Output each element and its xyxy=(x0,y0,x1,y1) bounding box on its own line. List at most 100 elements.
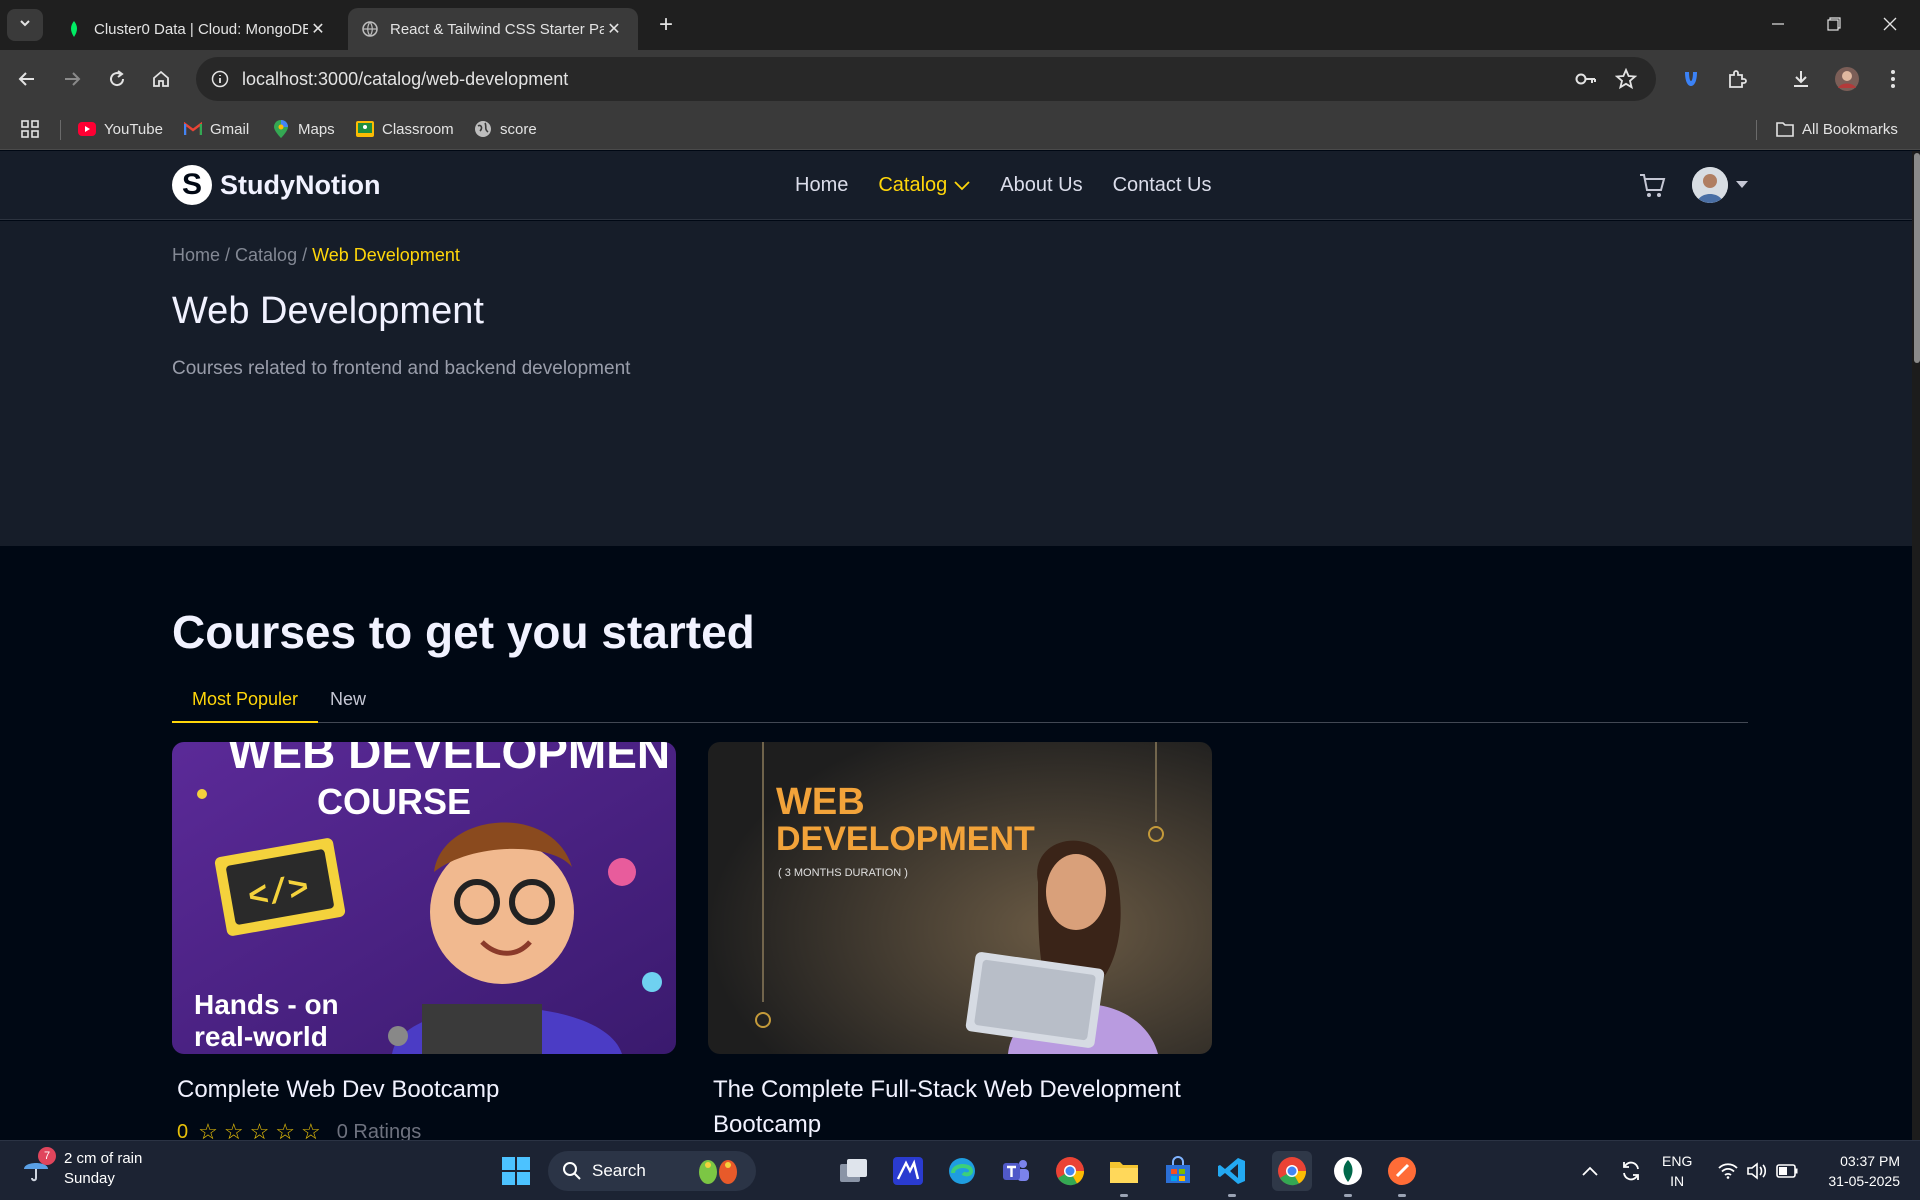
logo-text: StudyNotion xyxy=(220,169,381,200)
address-bar[interactable]: localhost:3000/catalog/web-development xyxy=(196,57,1656,101)
bookmark-label: score xyxy=(500,120,537,138)
new-tab-button[interactable]: + xyxy=(652,12,680,40)
minimize-button[interactable] xyxy=(1758,8,1798,40)
nav-about[interactable]: About Us xyxy=(1000,174,1082,197)
site-info-icon[interactable] xyxy=(206,65,234,93)
postman-icon[interactable] xyxy=(1382,1151,1422,1197)
sync-icon[interactable] xyxy=(1620,1141,1642,1200)
reload-button[interactable] xyxy=(100,62,134,96)
breadcrumb-catalog[interactable]: Catalog xyxy=(235,245,297,265)
close-icon[interactable]: ✕ xyxy=(604,19,624,39)
breadcrumb-current: Web Development xyxy=(312,245,460,265)
thumb-text: WEB DEVELOPMENT xyxy=(228,742,676,778)
scrollbar-thumb[interactable] xyxy=(1914,153,1920,363)
clock-time: 03:37 PM xyxy=(1840,1153,1900,1169)
thumb-text: ( 3 MONTHS DURATION ) xyxy=(778,867,908,879)
section-title: Courses to get you started xyxy=(172,606,755,658)
chrome-icon[interactable] xyxy=(1050,1151,1090,1191)
system-clock[interactable]: 03:37 PM 31-05-2025 xyxy=(1810,1151,1900,1191)
nav-contact[interactable]: Contact Us xyxy=(1113,174,1212,197)
site-logo[interactable]: S StudyNotion xyxy=(172,165,380,205)
bookmark-label: All Bookmarks xyxy=(1802,120,1898,138)
bookmark-gmail[interactable]: Gmail xyxy=(184,118,249,140)
globe-icon xyxy=(362,21,378,37)
course-card[interactable]: WEB DEVELOPMENT COURSE </> Hands - on re… xyxy=(172,742,676,1140)
page-scrollbar[interactable] xyxy=(1912,151,1920,1140)
nav-catalog[interactable]: Catalog xyxy=(878,174,970,197)
tab-title: Cluster0 Data | Cloud: MongoDB Cloud xyxy=(94,20,308,38)
bookmark-maps[interactable]: Maps xyxy=(272,118,335,140)
region-code: IN xyxy=(1670,1173,1685,1189)
globe-icon xyxy=(474,120,492,138)
edge-icon[interactable] xyxy=(942,1151,982,1191)
vscode-icon[interactable] xyxy=(1212,1151,1252,1197)
bookmark-star-icon[interactable] xyxy=(1614,67,1638,91)
bookmark-label: YouTube xyxy=(104,120,163,138)
course-thumbnail: WEB DEVELOPMENT ( 3 MONTHS DURATION ) xyxy=(708,742,1212,1054)
file-explorer-icon[interactable] xyxy=(1104,1151,1144,1197)
nav-home[interactable]: Home xyxy=(795,174,848,197)
bookmark-score[interactable]: score xyxy=(474,118,537,140)
password-key-icon[interactable] xyxy=(1574,67,1598,91)
course-card[interactable]: WEB DEVELOPMENT ( 3 MONTHS DURATION ) Th… xyxy=(708,742,1212,1140)
tab-search-button[interactable] xyxy=(7,9,43,41)
bookmark-label: Classroom xyxy=(382,120,454,138)
divider xyxy=(1756,120,1757,140)
thumb-text: COURSE xyxy=(317,781,471,822)
restore-button[interactable] xyxy=(1814,8,1854,40)
weather-widget[interactable]: 7 2 cm of rain Sunday xyxy=(22,1147,142,1189)
catalog-hero xyxy=(0,221,1912,546)
course-title[interactable]: The Complete Full-Stack Web Development … xyxy=(708,1072,1212,1140)
weather-day: Sunday xyxy=(64,1170,115,1187)
tab-most-popular[interactable]: Most Populer xyxy=(172,681,319,723)
logo-mark: S xyxy=(172,165,212,205)
extensions-puzzle-icon[interactable] xyxy=(1722,64,1752,94)
breadcrumb-home[interactable]: Home xyxy=(172,245,220,265)
tray-chevron-up-icon[interactable] xyxy=(1582,1141,1598,1200)
course-title[interactable]: Complete Web Dev Bootcamp xyxy=(172,1072,676,1107)
extension-icon[interactable] xyxy=(1676,64,1706,94)
caret-down-icon[interactable] xyxy=(1736,181,1748,189)
bookmark-classroom[interactable]: Classroom xyxy=(356,118,454,140)
wifi-icon[interactable] xyxy=(1718,1141,1738,1200)
apps-grid-icon[interactable] xyxy=(20,118,40,140)
divider xyxy=(60,120,61,140)
windows-start-button[interactable] xyxy=(496,1151,536,1191)
user-avatar[interactable] xyxy=(1692,167,1728,203)
tab-new[interactable]: New xyxy=(310,681,386,723)
task-view-icon[interactable] xyxy=(834,1151,874,1191)
parrot-icon xyxy=(694,1156,744,1186)
breadcrumb-separator: / xyxy=(220,245,236,265)
microsoft-store-icon[interactable] xyxy=(1158,1151,1198,1191)
browser-tab-mongodb[interactable]: Cluster0 Data | Cloud: MongoDB Cloud ✕ xyxy=(52,8,342,50)
chevron-down-icon xyxy=(954,180,970,191)
page-description: Courses related to frontend and backend … xyxy=(172,358,631,379)
thumb-text: Hands - on xyxy=(194,989,339,1020)
chrome-icon-active[interactable] xyxy=(1272,1151,1312,1191)
download-icon[interactable] xyxy=(1786,64,1816,94)
teams-icon[interactable] xyxy=(996,1151,1036,1191)
mongodb-compass-icon[interactable] xyxy=(1328,1151,1368,1197)
close-icon[interactable]: ✕ xyxy=(308,19,328,39)
volume-icon[interactable] xyxy=(1746,1141,1768,1200)
site-navbar: S StudyNotion Home Catalog About Us Cont… xyxy=(0,151,1912,220)
folder-icon xyxy=(1776,120,1794,138)
battery-icon[interactable] xyxy=(1776,1141,1798,1200)
profile-avatar-icon[interactable] xyxy=(1832,64,1862,94)
taskbar-search[interactable]: Search xyxy=(548,1151,756,1191)
cart-icon[interactable] xyxy=(1638,171,1666,199)
language-indicator[interactable]: ENG IN xyxy=(1662,1151,1692,1191)
breadcrumb-separator: / xyxy=(297,245,313,265)
home-button[interactable] xyxy=(144,62,178,96)
menu-kebab-icon[interactable] xyxy=(1878,64,1908,94)
back-button[interactable] xyxy=(10,62,44,96)
forward-button[interactable] xyxy=(55,62,89,96)
app-icon[interactable] xyxy=(888,1151,928,1191)
bookmark-youtube[interactable]: YouTube xyxy=(78,118,163,140)
course-filter-tabs: Most Populer New xyxy=(172,681,1748,723)
browser-tab-starter-pack[interactable]: React & Tailwind CSS Starter Pack ✕ xyxy=(348,8,638,50)
search-label: Search xyxy=(592,1161,646,1180)
all-bookmarks-button[interactable]: All Bookmarks xyxy=(1776,118,1898,140)
bookmarks-bar: YouTube Gmail Maps Classroom score All B… xyxy=(0,108,1920,150)
close-window-button[interactable] xyxy=(1870,8,1910,40)
